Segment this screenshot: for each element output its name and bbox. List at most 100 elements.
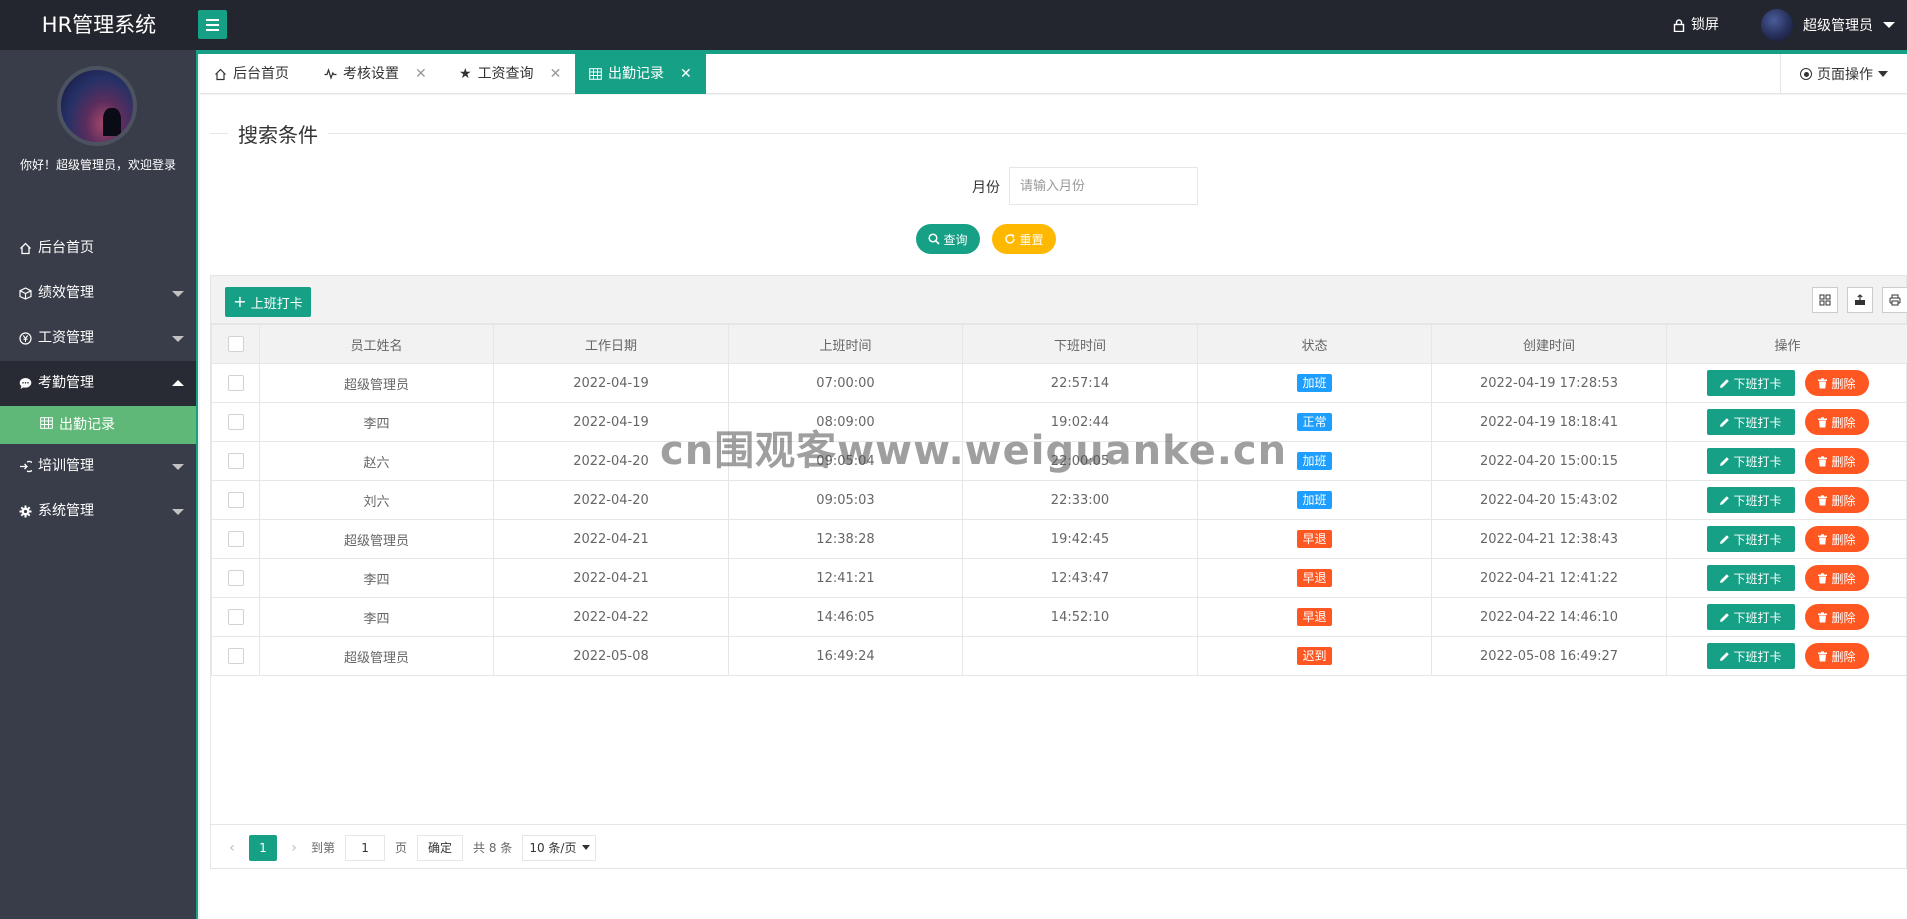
- trash-icon: [1818, 533, 1828, 544]
- cell-created: 2022-04-20 15:00:15: [1431, 441, 1667, 481]
- cell-actions: 下班打卡 删除: [1666, 597, 1907, 637]
- cell-status: 迟到: [1197, 636, 1432, 676]
- chevron-down-icon: [582, 845, 591, 850]
- query-button[interactable]: 查询: [916, 224, 980, 254]
- delete-button[interactable]: 删除: [1804, 526, 1869, 552]
- avatar: [1761, 9, 1793, 41]
- menu-toggle-button[interactable]: [198, 10, 227, 39]
- table-row: 刘六 2022-04-20 09:05:03 22:33:00 加班 2022-04-20…: [211, 480, 1907, 520]
- delete-button[interactable]: 删除: [1804, 643, 1869, 669]
- row-checkbox[interactable]: [227, 414, 244, 430]
- cell-clock-out: 22:33:00: [962, 480, 1198, 520]
- columns-filter-button[interactable]: [1812, 287, 1838, 313]
- clock-in-button[interactable]: + 上班打卡: [225, 287, 311, 317]
- table-toolbar: + 上班打卡: [211, 276, 1907, 324]
- cell-actions: 下班打卡 删除: [1666, 441, 1907, 481]
- page-size-select[interactable]: 10 条/页: [522, 834, 597, 861]
- cell-date: 2022-04-21: [493, 519, 729, 559]
- plus-icon: +: [233, 292, 247, 311]
- sidebar-subitem-attendance-records[interactable]: 出勤记录: [0, 406, 196, 444]
- cell-created: 2022-04-21 12:41:22: [1431, 558, 1667, 598]
- radio-dot-icon: [1800, 68, 1812, 80]
- delete-button[interactable]: 删除: [1804, 604, 1869, 630]
- delete-button[interactable]: 删除: [1804, 487, 1869, 513]
- table-header-row: 员工姓名 工作日期 上班时间 下班时间 状态 创建时间 操作: [211, 324, 1907, 364]
- pencil-icon: [1720, 456, 1730, 466]
- delete-button[interactable]: 删除: [1804, 370, 1869, 396]
- status-badge: 加班: [1297, 374, 1332, 392]
- chevron-down-icon: [1878, 71, 1888, 77]
- sidebar-item-attendance[interactable]: 考勤管理: [0, 361, 196, 406]
- sidebar-item-performance[interactable]: 绩效管理: [0, 271, 196, 316]
- yen-icon: [18, 332, 32, 345]
- row-checkbox[interactable]: [227, 453, 244, 469]
- sidebar-item-training[interactable]: 培训管理: [0, 444, 196, 489]
- search-fieldset-title: 搜索条件: [228, 119, 328, 148]
- trash-icon: [1818, 455, 1828, 466]
- row-checkbox[interactable]: [227, 375, 244, 391]
- page-operations-dropdown[interactable]: 页面操作: [1780, 54, 1907, 94]
- reset-button[interactable]: 重置: [992, 224, 1056, 254]
- chevron-up-icon: [172, 380, 184, 386]
- user-name: 超级管理员: [1803, 18, 1873, 34]
- welcome-text: 你好！超级管理员，欢迎登录: [19, 158, 176, 172]
- delete-button[interactable]: 删除: [1804, 409, 1869, 435]
- export-icon: [1855, 294, 1865, 305]
- sidebar-item-salary[interactable]: 工资管理: [0, 316, 196, 361]
- clock-out-button[interactable]: 下班打卡: [1706, 604, 1795, 630]
- clock-out-button[interactable]: 下班打卡: [1706, 526, 1795, 552]
- user-menu[interactable]: 超级管理员: [1761, 0, 1895, 50]
- row-checkbox[interactable]: [227, 570, 244, 586]
- tab-salary-query[interactable]: ★ 工资查询 ✕: [445, 54, 575, 94]
- cell-status: 加班: [1197, 363, 1432, 403]
- clock-out-button[interactable]: 下班打卡: [1706, 409, 1795, 435]
- clock-out-button[interactable]: 下班打卡: [1706, 487, 1795, 513]
- current-page[interactable]: 1: [249, 834, 277, 861]
- sidebar-item-system[interactable]: 系统管理: [0, 489, 196, 534]
- cell-clock-out: 12:43:47: [962, 558, 1198, 598]
- trash-icon: [1818, 572, 1828, 583]
- clock-out-button[interactable]: 下班打卡: [1706, 370, 1795, 396]
- app-logo[interactable]: HR管理系统: [0, 0, 198, 50]
- close-icon[interactable]: ✕: [550, 54, 562, 94]
- next-page-icon[interactable]: ›: [287, 840, 301, 856]
- main-content: 搜索条件 月份 查询 重置 + 上班打卡: [200, 95, 1907, 919]
- chevron-down-icon: [172, 509, 184, 515]
- trash-icon: [1818, 611, 1828, 622]
- table-row: 李四 2022-04-21 12:41:21 12:43:47 早退 2022-04-21…: [211, 558, 1907, 598]
- print-button[interactable]: [1882, 287, 1907, 313]
- row-checkbox[interactable]: [227, 531, 244, 547]
- fieldset-divider: [210, 133, 1907, 134]
- cell-status: 早退: [1197, 558, 1432, 598]
- goto-confirm-button[interactable]: 确定: [417, 834, 464, 861]
- tab-home[interactable]: 后台首页: [200, 54, 303, 94]
- cell-status: 加班: [1197, 441, 1432, 481]
- pencil-icon: [1720, 378, 1730, 388]
- clock-out-button[interactable]: 下班打卡: [1706, 448, 1795, 474]
- close-icon[interactable]: ✕: [680, 54, 692, 94]
- goto-page-input[interactable]: 1: [345, 834, 386, 861]
- select-all-checkbox[interactable]: [227, 336, 244, 352]
- close-icon[interactable]: ✕: [415, 54, 427, 94]
- delete-button[interactable]: 删除: [1804, 448, 1869, 474]
- cell-date: 2022-04-19: [493, 402, 729, 442]
- tab-assessment-settings[interactable]: 考核设置 ✕: [310, 54, 441, 94]
- month-input[interactable]: [1009, 167, 1198, 205]
- row-checkbox[interactable]: [227, 492, 244, 508]
- cell-name: 超级管理员: [259, 519, 494, 559]
- cell-date: 2022-05-08: [493, 636, 729, 676]
- chat-icon: [18, 377, 32, 390]
- cell-created: 2022-04-22 14:46:10: [1431, 597, 1667, 637]
- row-checkbox[interactable]: [227, 609, 244, 625]
- clock-out-button[interactable]: 下班打卡: [1706, 565, 1795, 591]
- tab-attendance-records[interactable]: 出勤记录 ✕: [575, 54, 706, 94]
- sidebar-item-home[interactable]: 后台首页: [0, 226, 196, 271]
- delete-button[interactable]: 删除: [1804, 565, 1869, 591]
- lock-screen-button[interactable]: 锁屏: [1673, 0, 1719, 50]
- cell-clock-in: 12:38:28: [728, 519, 963, 559]
- cell-clock-in: 09:05:03: [728, 480, 963, 520]
- clock-out-button[interactable]: 下班打卡: [1706, 643, 1795, 669]
- row-checkbox[interactable]: [227, 648, 244, 664]
- prev-page-icon[interactable]: ‹: [225, 840, 239, 856]
- export-button[interactable]: [1847, 287, 1873, 313]
